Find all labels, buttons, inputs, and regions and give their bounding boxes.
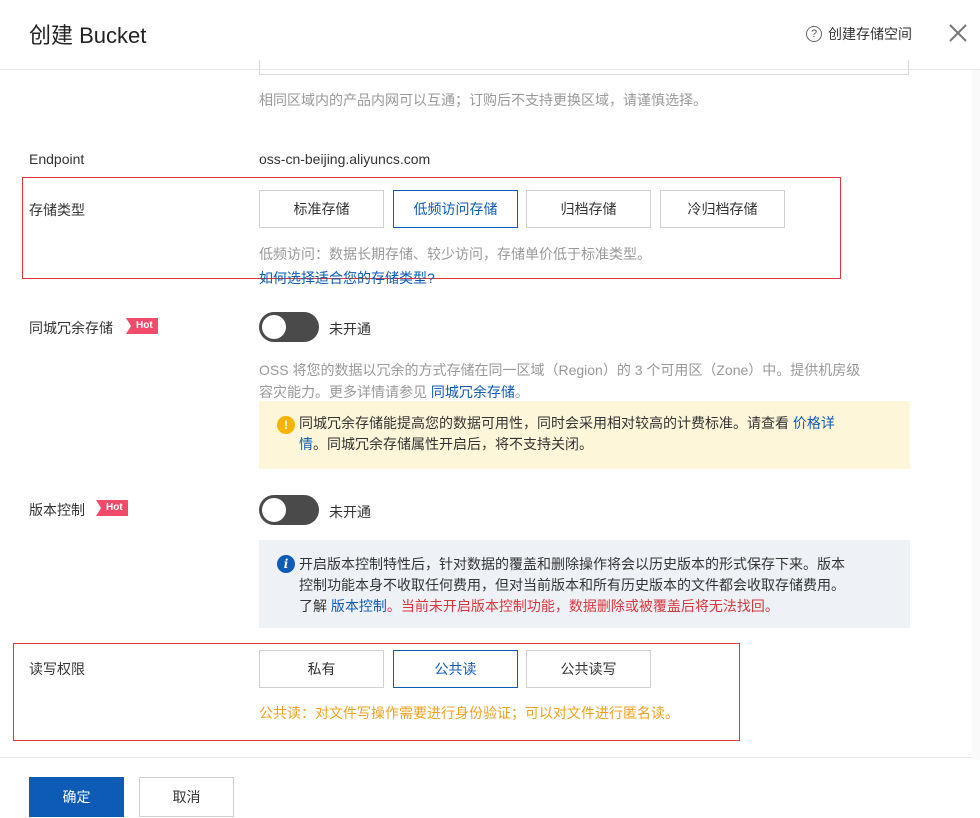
zrs-desc-line2: 容灾能力。更多详情请参见 同城冗余存储。 — [259, 381, 909, 403]
scrollbar-track[interactable] — [972, 70, 980, 760]
dialog-title: 创建 Bucket — [29, 23, 147, 48]
close-icon — [949, 24, 967, 42]
storage-option-ia[interactable]: 低频访问存储 — [393, 190, 518, 228]
acl-option-public-read-write[interactable]: 公共读写 — [526, 650, 651, 688]
zrs-doc-link[interactable]: 同城冗余存储 — [431, 384, 515, 400]
endpoint-value: oss-cn-beijing.aliyuncs.com — [259, 151, 431, 167]
pricing-link-cont[interactable]: 情 — [299, 436, 313, 452]
versioning-toggle-knob — [262, 498, 286, 522]
info-icon: i — [277, 555, 295, 573]
zrs-toggle-knob — [262, 315, 286, 339]
versioning-info-line2: 控制功能本身不收取任何费用，但对当前版本和所有历史版本的文件都会收取存储费用。 — [299, 577, 845, 593]
acl-label: 读写权限 — [29, 661, 85, 677]
create-bucket-help-link[interactable]: ? 创建存储空间 — [806, 24, 912, 44]
versioning-info: i 开启版本控制特性后，针对数据的覆盖和删除操作将会以历史版本的形式保存下来。版… — [259, 540, 910, 628]
zrs-label: 同城冗余存储 — [29, 320, 113, 336]
help-link-label: 创建存储空间 — [828, 26, 912, 42]
zrs-desc-line1: OSS 将您的数据以冗余的方式存储在同一区域（Region）的 3 个可用区（Z… — [259, 362, 861, 378]
cancel-button[interactable]: 取消 — [139, 777, 234, 817]
confirm-button[interactable]: 确定 — [29, 777, 124, 817]
zrs-warning-line2: 情。同城冗余存储属性开启后，将不支持关闭。 — [299, 434, 892, 455]
zrs-warning-text2: 。同城冗余存储属性开启后，将不支持关闭。 — [313, 436, 593, 452]
question-circle-icon: ? — [806, 26, 822, 42]
zrs-desc-end: 。 — [514, 384, 529, 400]
storage-class-label: 存储类型 — [29, 202, 85, 218]
zrs-desc-prefix: 容灾能力。更多详情请参见 — [259, 384, 431, 400]
acl-option-private[interactable]: 私有 — [259, 650, 384, 688]
storage-class-help-link[interactable]: 如何选择适合您的存储类型? — [259, 268, 435, 288]
endpoint-label: Endpoint — [29, 151, 85, 167]
versioning-info-prefix: 了解 — [299, 598, 331, 614]
versioning-info-line3: 了解 版本控制。当前未开启版本控制功能，数据删除或被覆盖后将无法找回。 — [299, 596, 892, 617]
zrs-toggle-state: 未开通 — [329, 321, 371, 337]
warning-icon: ! — [277, 416, 295, 434]
zrs-warning: ! 同城冗余存储能提高您的数据可用性，同时会采用相对较高的计费标准。请查看 价格… — [259, 401, 910, 469]
versioning-warning-text: 。当前未开启版本控制功能，数据删除或被覆盖后将无法找回。 — [386, 598, 779, 614]
region-hint: 相同区域内的产品内网可以互通；订购后不支持更换区域，请谨慎选择。 — [259, 92, 707, 108]
storage-option-standard[interactable]: 标准存储 — [259, 190, 384, 228]
zrs-hot-badge: Hot — [126, 318, 158, 334]
footer-divider — [0, 757, 980, 758]
versioning-toggle-state: 未开通 — [329, 504, 371, 520]
zrs-description: OSS 将您的数据以冗余的方式存储在同一区域（Region）的 3 个可用区（Z… — [259, 359, 909, 403]
acl-option-public-read[interactable]: 公共读 — [393, 650, 518, 688]
versioning-info-line1: 开启版本控制特性后，针对数据的覆盖和删除操作将会以历史版本的形式保存下来。版本 — [299, 556, 845, 572]
storage-class-hint: 低频访问：数据长期存储、较少访问，存储单价低于标准类型。 — [259, 246, 651, 262]
zrs-toggle[interactable] — [259, 312, 319, 342]
pricing-link[interactable]: 价格详 — [793, 415, 835, 431]
versioning-toggle[interactable] — [259, 495, 319, 525]
versioning-hot-badge: Hot — [96, 500, 128, 516]
close-button[interactable] — [947, 22, 969, 44]
versioning-doc-link[interactable]: 版本控制 — [331, 598, 387, 614]
versioning-label: 版本控制 — [29, 502, 85, 518]
acl-hint: 公共读：对文件写操作需要进行身份验证；可以对文件进行匿名读。 — [259, 705, 679, 721]
storage-option-archive[interactable]: 归档存储 — [526, 190, 651, 228]
zrs-warning-line1: 同城冗余存储能提高您的数据可用性，同时会采用相对较高的计费标准。请查看 价格详 — [299, 413, 892, 434]
region-select[interactable] — [259, 60, 909, 75]
storage-option-cold-archive[interactable]: 冷归档存储 — [660, 190, 785, 228]
zrs-warning-text1: 同城冗余存储能提高您的数据可用性，同时会采用相对较高的计费标准。请查看 — [299, 415, 793, 431]
